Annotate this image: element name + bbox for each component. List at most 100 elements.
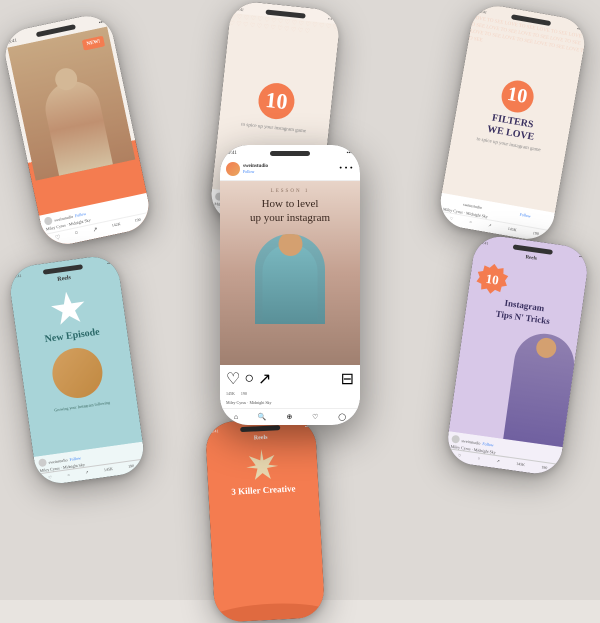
phone7-heart-icon[interactable]: ♡ — [449, 216, 453, 222]
phone4-username: sweinstudio — [48, 457, 68, 465]
phone6-comments: 190 — [541, 464, 548, 470]
phone4-title: New Episode — [44, 327, 100, 347]
phone3-figure — [255, 234, 325, 324]
phone4-stats: 145K — [104, 466, 113, 472]
phone7-time: 9:41 — [479, 9, 487, 15]
phone3-follow[interactable]: Follow — [243, 169, 268, 174]
phone6-number-badge: 10 — [474, 262, 510, 298]
phone3-stats: 145K 190 — [226, 391, 354, 396]
phone6-follow[interactable]: Follow — [482, 441, 494, 448]
phone3-header: sweinstudio Follow ··· — [220, 158, 360, 181]
phone3-save-icon[interactable]: ⊟ — [341, 369, 354, 389]
phone3-post-image: LESSON 1 How to level up your instagram — [220, 181, 360, 365]
phone4-comment-icon[interactable]: ○ — [67, 472, 70, 477]
phone3-location: Miley Cyrus · Midnight Sky — [226, 400, 272, 405]
phone3-home-icon[interactable]: ⌂ — [234, 413, 238, 421]
phone6-screen: 9:41 ▪▪▪ Reels 10 Instagram Tips N' Tric… — [445, 233, 591, 477]
phone3-comment-icon[interactable]: ○ — [244, 370, 254, 388]
phone1-person — [40, 76, 113, 175]
phone4-content: New Episode ▶ Growing your Instagram fol… — [10, 276, 142, 457]
phone7-share-icon[interactable]: ↗ — [488, 222, 492, 228]
phone4-signal: ▪▪▪ — [107, 260, 112, 266]
phone1-signal: ▪▪▪ — [99, 20, 105, 26]
phone3-more-icon[interactable]: ··· — [338, 160, 354, 178]
phone6-heart-icon[interactable]: ♡ — [457, 453, 461, 458]
phone-filters-right: 9:41 ▪▪▪ LOVE TO SEE LOVE TO SEE LOVE TO… — [436, 2, 588, 244]
phone3-actions: ♡ ○ ↗ ⊟ 145K 190 — [220, 365, 360, 400]
phone6-head — [535, 337, 558, 360]
phone1-image: NEW! — [7, 26, 135, 180]
phone2-icons: ▪ ▪ ▪ — [328, 16, 335, 22]
phone4-heart-icon[interactable]: ♡ — [48, 475, 52, 480]
phone6-avatar — [451, 435, 460, 444]
phone3-username-block: sweinstudio Follow — [243, 164, 268, 174]
phone4-starburst-icon — [49, 289, 89, 329]
phone3-likes: 145K — [226, 391, 235, 396]
phone4-circle-image: ▶ — [49, 345, 105, 401]
phone5-wave-decoration — [214, 597, 325, 623]
phone6-username: sweinstudio — [461, 438, 481, 446]
phone3-heart-icon[interactable]: ♡ — [226, 369, 240, 389]
phone7-comments: 190 — [532, 230, 539, 236]
phone1-follow[interactable]: Follow — [74, 211, 86, 218]
phone1-stats: 142K — [111, 221, 121, 230]
phone1-screen: 9:41 ▪▪▪ NEW! sweinstudio Follow Miley — [0, 11, 153, 249]
phone3-add-icon[interactable]: ⊕ — [286, 413, 292, 421]
scene: 9:41 ▪▪▪ NEW! sweinstudio Follow Miley — [0, 0, 600, 600]
phone6-title: Instagram Tips N' Tricks — [471, 293, 576, 330]
phone1-time: 9:41 — [8, 39, 18, 46]
phone4-follow[interactable]: Follow — [69, 455, 81, 462]
phone1-share-icon[interactable]: ↗ — [92, 226, 98, 234]
phone5-content: 3 Killer Creative — [206, 440, 325, 623]
phone3-title-line2: up your instagram — [250, 212, 330, 224]
phone-center-main: 9:41 ▪▪▪ sweinstudio Follow ··· LESSON 1… — [220, 145, 360, 425]
phone2-time: 9:41 — [237, 6, 245, 12]
phone4-share-icon[interactable]: ↗ — [85, 469, 89, 474]
phone3-body — [263, 244, 318, 324]
phone7-signal: ▪▪▪ — [577, 26, 582, 32]
phone3-action-row: ♡ ○ ↗ ⊟ — [226, 369, 354, 389]
phone7-comment-icon[interactable]: ○ — [469, 219, 472, 224]
phone7-screen: 9:41 ▪▪▪ LOVE TO SEE LOVE TO SEE LOVE TO… — [436, 2, 588, 244]
phone6-comment-icon[interactable]: ○ — [477, 455, 480, 460]
phone3-avatar — [226, 162, 240, 176]
phone3-post-title: How to level up your instagram — [242, 197, 338, 226]
phone6-stats: 145K — [516, 461, 526, 467]
phone5-starburst-icon — [245, 448, 279, 482]
phone6-number: 10 — [485, 271, 500, 289]
phone-new-episode: 9:41 ▪▪▪ Reels New Episode ▶ Growing you… — [7, 253, 147, 486]
phone1-comments: 190 — [134, 217, 141, 225]
phone-fashion-left: 9:41 ▪▪▪ NEW! sweinstudio Follow Miley — [0, 11, 153, 249]
phone3-heart-nav-icon[interactable]: ♡ — [312, 413, 318, 421]
phone1-comment-icon[interactable]: ○ — [74, 230, 79, 238]
phone-killer-creative: 9:41 ▪▪▪ Reels 3 Killer Creative — [205, 417, 325, 622]
phone4-screen: 9:41 ▪▪▪ Reels New Episode ▶ Growing you… — [7, 253, 147, 486]
phone-tips-tricks: 9:41 ▪▪▪ Reels 10 Instagram Tips N' Tric… — [445, 233, 591, 477]
phone3-nav-bar: ⌂ 🔍 ⊕ ♡ ◯ — [220, 408, 360, 425]
phone4-subtitle: Growing your Instagram following — [54, 400, 110, 413]
phone3-comments: 190 — [241, 391, 247, 396]
phone6-share-icon[interactable]: ↗ — [496, 458, 500, 463]
phone7-stats: 145K — [507, 226, 517, 232]
phone6-time: 9:41 — [481, 240, 489, 246]
phone3-user-info: sweinstudio Follow — [226, 162, 268, 176]
phone1-heart-icon[interactable]: ♡ — [55, 234, 62, 242]
phone3-share-icon[interactable]: ↗ — [258, 369, 271, 389]
phone5-title: 3 Killer Creative — [231, 483, 296, 497]
phone7-follow[interactable]: Follow — [519, 212, 531, 219]
phone3-head — [278, 234, 302, 256]
phone4-avatar — [38, 458, 47, 467]
phone4-play-button[interactable]: ▶ — [94, 384, 105, 400]
phone6-signal: ▪▪▪ — [579, 254, 584, 260]
phone7-pattern: LOVE TO SEE LOVE TO SEE LOVE TO SEE LOVE… — [442, 15, 587, 213]
phone7-username: sweinstudio — [463, 202, 483, 210]
phone3-search-icon[interactable]: 🔍 — [258, 413, 267, 421]
phone3-title-line1: How to level — [262, 198, 319, 210]
phone3-lesson-label: LESSON 1 — [271, 189, 310, 194]
phone3-profile-icon[interactable]: ◯ — [338, 413, 346, 421]
phone4-title-line1: New Episode — [44, 327, 100, 346]
phone3-status-bar: 9:41 ▪▪▪ — [220, 145, 360, 158]
phone4-comments: 190 — [128, 463, 135, 469]
phone1-figure — [7, 26, 135, 180]
phone6-figure — [503, 330, 578, 447]
